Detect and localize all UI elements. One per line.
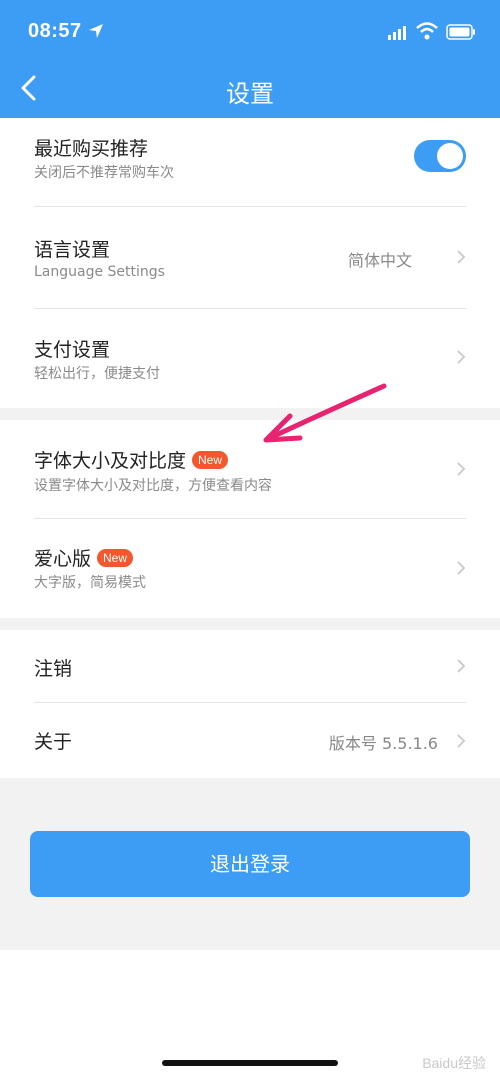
toggle-knob — [437, 143, 463, 169]
row-subtitle: 大字版，简易模式 — [34, 575, 146, 591]
row-title: 爱心版 New — [34, 544, 134, 571]
row-title: 字体大小及对比度 New — [34, 446, 229, 473]
row-title: 注销 — [34, 658, 73, 680]
home-indicator — [162, 1060, 338, 1066]
new-badge: New — [192, 451, 229, 469]
chevron-right-icon — [457, 462, 466, 476]
language-settings-row[interactable]: 语言设置 Language Settings 简体中文 — [0, 207, 500, 307]
battery-icon — [446, 24, 475, 40]
deregister-row[interactable]: 注销 — [0, 630, 500, 702]
row-subtitle: 轻松出行，便捷支付 — [34, 366, 160, 382]
section-gap — [0, 618, 500, 630]
navigation-header: 08:57 设置 — [0, 0, 500, 118]
chevron-right-icon — [457, 250, 466, 264]
language-value: 简体中文 — [347, 251, 412, 270]
row-title: 支付设置 — [34, 339, 111, 361]
chevron-right-icon — [457, 734, 466, 748]
recent-purchase-row: 最近购买推荐 关闭后不推荐常购车次 — [0, 118, 500, 206]
wifi-icon — [416, 22, 438, 40]
chevron-right-icon — [457, 561, 466, 575]
version-value: 版本号 5.5.1.6 — [328, 734, 438, 753]
row-subtitle: 关闭后不推荐常购车次 — [34, 165, 174, 181]
watermark: Baidu经验 — [422, 1055, 486, 1071]
settings-group-2: 字体大小及对比度 New 设置字体大小及对比度，方便查看内容 爱心版 New 大字版… — [0, 420, 500, 618]
care-mode-row[interactable]: 爱心版 New 大字版，简易模式 — [0, 519, 500, 618]
logout-button[interactable]: 退出登录 — [30, 831, 470, 897]
font-size-contrast-row[interactable]: 字体大小及对比度 New 设置字体大小及对比度，方便查看内容 — [0, 420, 500, 518]
row-title: 语言设置 — [34, 239, 111, 261]
chevron-right-icon — [457, 350, 466, 364]
location-arrow-icon — [89, 24, 103, 38]
row-title: 关于 — [34, 731, 73, 753]
payment-settings-row[interactable]: 支付设置 轻松出行，便捷支付 — [0, 309, 500, 408]
row-title: 最近购买推荐 — [34, 138, 149, 160]
cellular-signal-icon — [388, 26, 406, 40]
settings-group-3: 注销 关于 版本号 5.5.1.6 — [0, 630, 500, 778]
about-row[interactable]: 关于 版本号 5.5.1.6 — [0, 703, 500, 778]
settings-group-1: 最近购买推荐 关闭后不推荐常购车次 语言设置 Language Settings… — [0, 118, 500, 408]
chevron-right-icon — [457, 659, 466, 673]
row-subtitle: 设置字体大小及对比度，方便查看内容 — [34, 478, 272, 494]
row-subtitle: Language Settings — [34, 264, 165, 280]
section-gap — [0, 408, 500, 420]
page-title: 设置 — [226, 80, 274, 108]
recent-purchase-toggle[interactable] — [414, 140, 466, 172]
new-badge: New — [97, 549, 134, 567]
status-time: 08:57 — [28, 20, 82, 42]
annotation-arrow-icon — [263, 383, 387, 443]
